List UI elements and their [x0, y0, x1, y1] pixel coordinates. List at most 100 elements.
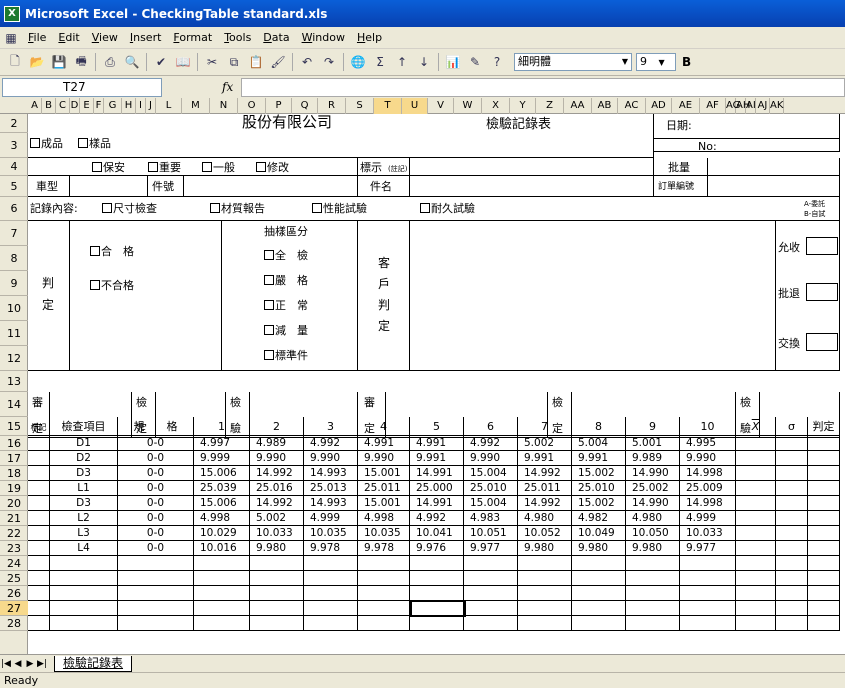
table-cell[interactable]	[680, 586, 736, 601]
table-cell[interactable]: D3	[50, 496, 118, 511]
row-header-3[interactable]: 3	[0, 133, 28, 158]
table-cell[interactable]	[808, 616, 840, 631]
table-cell[interactable]: 10.050	[626, 526, 680, 541]
row-header-10[interactable]: 10	[0, 296, 28, 321]
table-cell[interactable]: 4.991	[358, 436, 410, 451]
table-cell[interactable]	[736, 586, 776, 601]
table-cell[interactable]: 10.035	[358, 526, 410, 541]
column-header-P[interactable]: P	[266, 98, 292, 114]
table-cell[interactable]	[410, 616, 464, 631]
table-cell[interactable]: 14.992	[518, 496, 572, 511]
table-header-16[interactable]: 判定	[808, 417, 840, 436]
new-icon[interactable]: 🗋	[4, 52, 26, 72]
autosum-icon[interactable]: Σ	[369, 52, 391, 72]
table-cell[interactable]	[118, 616, 194, 631]
table-cell[interactable]	[358, 556, 410, 571]
table-cell[interactable]: 4.991	[410, 436, 464, 451]
column-header-M[interactable]: M	[182, 98, 210, 114]
menu-insert[interactable]: Insert	[124, 31, 168, 44]
spelling-icon[interactable]: ✔	[150, 52, 172, 72]
table-cell[interactable]: 10.049	[572, 526, 626, 541]
table-header-13[interactable]: 10	[680, 417, 736, 436]
table-cell[interactable]	[50, 556, 118, 571]
column-header-R[interactable]: R	[318, 98, 346, 114]
table-cell[interactable]: 14.998	[680, 496, 736, 511]
header-main[interactable]	[28, 114, 654, 158]
table-cell[interactable]: 25.011	[518, 481, 572, 496]
table-cell[interactable]: 25.011	[358, 481, 410, 496]
table-cell[interactable]	[50, 586, 118, 601]
redo-icon[interactable]: ↷	[318, 52, 340, 72]
last-sheet-icon[interactable]: ▶|	[36, 659, 48, 669]
table-cell[interactable]	[808, 451, 840, 466]
r4-left[interactable]	[28, 158, 358, 176]
table-row[interactable]	[28, 496, 50, 511]
table-cell[interactable]	[50, 616, 118, 631]
print-preview-icon[interactable]: 🔍	[121, 52, 143, 72]
table-cell[interactable]: 10.035	[304, 526, 358, 541]
table-cell[interactable]	[808, 526, 840, 541]
table-cell[interactable]: 10.033	[680, 526, 736, 541]
row-header-22[interactable]: 22	[0, 526, 28, 541]
table-cell[interactable]: 9.990	[358, 451, 410, 466]
table-header-4[interactable]: 1	[194, 417, 250, 436]
row-header-16[interactable]: 16	[0, 436, 28, 451]
table-row[interactable]	[28, 541, 50, 556]
drawing-icon[interactable]: ✎	[464, 52, 486, 72]
table-cell[interactable]	[194, 556, 250, 571]
table-row[interactable]	[28, 481, 50, 496]
table-cell[interactable]: 0-0	[118, 481, 194, 496]
row-header-27[interactable]: 27	[0, 601, 28, 616]
column-header-Z[interactable]: Z	[536, 98, 564, 114]
checkbox-icon[interactable]	[102, 203, 112, 213]
table-cell[interactable]	[776, 451, 808, 466]
menu-data[interactable]: Data	[257, 31, 295, 44]
table-row[interactable]	[28, 526, 50, 541]
menu-help[interactable]: Help	[351, 31, 388, 44]
checkbox-icon[interactable]	[30, 138, 40, 148]
table-cell[interactable]	[776, 496, 808, 511]
table-cell[interactable]	[518, 556, 572, 571]
research-icon[interactable]: 📖	[172, 52, 194, 72]
column-header-J[interactable]: J	[146, 98, 156, 114]
table-row[interactable]	[28, 451, 50, 466]
table-cell[interactable]	[304, 616, 358, 631]
table-cell[interactable]: 15.004	[464, 466, 518, 481]
checkbox-icon[interactable]	[312, 203, 322, 213]
open-icon[interactable]: 📂	[26, 52, 48, 72]
table-cell[interactable]	[572, 616, 626, 631]
table-cell[interactable]: L3	[50, 526, 118, 541]
table-cell[interactable]: 4.980	[518, 511, 572, 526]
table-cell[interactable]: 4.998	[358, 511, 410, 526]
row-header-6[interactable]: 6	[0, 197, 28, 221]
table-cell[interactable]: 5.002	[518, 436, 572, 451]
column-header-O[interactable]: O	[238, 98, 266, 114]
table-row[interactable]	[28, 556, 50, 571]
table-cell[interactable]: 9.977	[464, 541, 518, 556]
table-row[interactable]	[28, 571, 50, 586]
column-header-S[interactable]: S	[346, 98, 374, 114]
table-cell[interactable]: 4.998	[194, 511, 250, 526]
table-cell[interactable]	[736, 511, 776, 526]
table-header-10[interactable]: 7	[518, 417, 572, 436]
judge-label-cell[interactable]	[28, 221, 70, 371]
table-cell[interactable]: 9.980	[626, 541, 680, 556]
checkbox-icon[interactable]	[210, 203, 220, 213]
column-header-AK[interactable]: AK	[770, 98, 784, 114]
sheet-tab[interactable]: 檢驗記錄表	[54, 655, 133, 672]
table-cell[interactable]: 9.990	[464, 451, 518, 466]
row-header-15[interactable]: 15	[0, 417, 28, 436]
checkbox-icon[interactable]	[256, 162, 266, 172]
table-cell[interactable]	[358, 586, 410, 601]
table-cell[interactable]: 15.002	[572, 466, 626, 481]
table-cell[interactable]	[808, 466, 840, 481]
table-row[interactable]	[28, 601, 50, 616]
table-cell[interactable]	[736, 436, 776, 451]
table-cell[interactable]	[808, 601, 840, 616]
table-cell[interactable]	[626, 601, 680, 616]
table-cell[interactable]: 0-0	[118, 526, 194, 541]
font-name-select[interactable]: 細明體 ▼	[514, 53, 632, 71]
permission-icon[interactable]: 🖷	[70, 52, 92, 72]
column-header-Y[interactable]: Y	[510, 98, 536, 114]
table-cell[interactable]: 25.010	[464, 481, 518, 496]
